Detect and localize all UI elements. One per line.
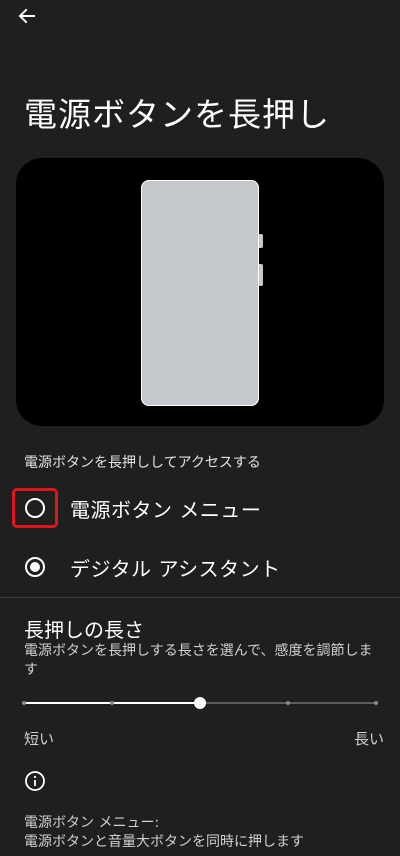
back-button[interactable] xyxy=(10,2,44,30)
option-digital-assistant[interactable]: デジタル アシスタント xyxy=(0,541,400,593)
radio-checked-icon[interactable] xyxy=(25,557,45,577)
info-text: 電源ボタン メニュー: 電源ボタンと音量大ボタンを同時に押します xyxy=(24,814,384,852)
page-title: 電源ボタンを長押し xyxy=(24,95,330,134)
arrow-left-icon xyxy=(18,8,35,24)
phone-volume-button xyxy=(259,234,263,248)
info-text-line2: 電源ボタンと音量大ボタンを同時に押します xyxy=(24,834,304,850)
press-length-slider[interactable] xyxy=(22,692,378,714)
info-icon xyxy=(25,771,45,791)
slider-max-label: 長い xyxy=(353,730,384,748)
option-power-menu-label: 電源ボタン メニュー xyxy=(70,497,262,522)
divider xyxy=(0,597,400,598)
press-length-title: 長押しの長さ xyxy=(24,618,144,642)
info-text-line1: 電源ボタン メニュー: xyxy=(24,815,160,831)
access-section-label: 電源ボタンを長押ししてアクセスする xyxy=(24,455,261,471)
slider-tick xyxy=(286,701,290,705)
phone-illustration xyxy=(141,180,259,406)
slider-tick xyxy=(374,701,378,705)
slider-tick xyxy=(110,701,114,705)
phone-power-button xyxy=(259,264,263,286)
press-length-description: 電源ボタンを長押しする長さを選んで、感度を調節します xyxy=(24,643,373,678)
radio-unchecked-icon[interactable] xyxy=(25,498,45,518)
phone-preview xyxy=(16,158,384,426)
option-digital-assistant-label: デジタル アシスタント xyxy=(70,556,281,581)
slider-min-label: 短い xyxy=(24,730,55,748)
slider-thumb[interactable] xyxy=(194,697,206,709)
option-power-menu[interactable]: 電源ボタン メニュー xyxy=(0,482,400,534)
radio-highlight-box xyxy=(12,488,58,528)
slider-tick xyxy=(22,701,26,705)
